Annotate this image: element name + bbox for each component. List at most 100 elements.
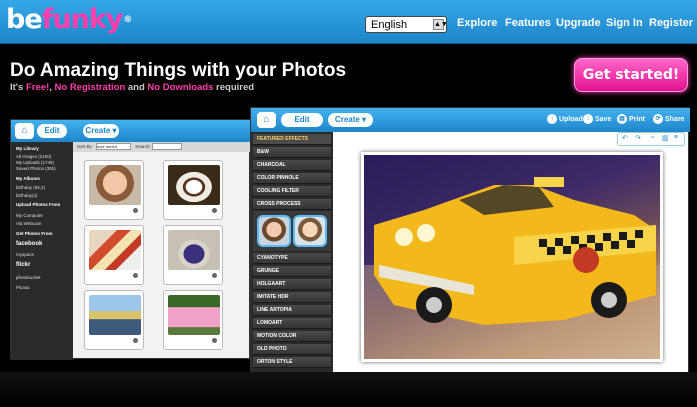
info-icon[interactable] [133, 273, 138, 278]
menu-charcoal[interactable]: CHARCOAL [253, 160, 331, 171]
menu-cyanotype[interactable]: CYANOTYPE [253, 253, 331, 264]
nav-upgrade[interactable]: Upgrade [556, 17, 601, 29]
menu-cross-process[interactable]: CROSS PROCESS [253, 199, 331, 210]
menu-featured-effects[interactable]: FEATURED EFFECTS [253, 134, 331, 145]
sidebar-my-computer[interactable]: My Computer [16, 213, 43, 218]
fit-icon[interactable]: ⇔ [649, 134, 656, 141]
hero-sep2: and [125, 82, 148, 93]
info-icon[interactable] [212, 273, 217, 278]
sidebar-saved-photos[interactable]: Saved Photos (355) [16, 166, 56, 171]
sidebar-photobucket[interactable]: photobucket [16, 275, 41, 280]
sidebar-all-images[interactable]: All Images (2100) [16, 154, 51, 159]
info-icon[interactable] [212, 338, 217, 343]
library-search-input[interactable] [152, 143, 183, 151]
nav-sign-in[interactable]: Sign In [606, 17, 643, 29]
menu-motion-color[interactable]: MOTION COLOR [253, 331, 331, 342]
undo-icon[interactable]: ↶ [622, 134, 628, 142]
library-thumb[interactable] [163, 160, 223, 220]
sidebar-picasa[interactable]: Picasa [16, 285, 30, 290]
nav-features[interactable]: Features [505, 17, 551, 29]
library-thumb[interactable] [84, 225, 144, 285]
library-sort-bar: Sort By date added Search: [73, 142, 251, 152]
sidebar-my-library[interactable]: My Library [16, 146, 39, 151]
page: befunky® English ▲▼ Explore Features Upg… [0, 0, 697, 407]
editor-edit-button[interactable]: Edit [281, 113, 323, 127]
editor-toolbar: ⌂ Edit Create ▾ ↑ Upload ↓ Save ▤ Print ⟳ Sh… [251, 108, 690, 132]
print-label: Print [629, 115, 645, 123]
upload-button[interactable]: ↑ Upload [547, 114, 583, 124]
redo-icon[interactable]: ↷ [635, 134, 641, 142]
hero-no-downloads: No Downloads [147, 82, 214, 93]
thumb-image [168, 230, 220, 270]
trash-icon[interactable]: ▥ [662, 134, 669, 142]
menu-imitate-hdr[interactable]: IMITATE HDR [253, 292, 331, 303]
nav-explore[interactable]: Explore [457, 17, 497, 29]
sidebar-my-uploads[interactable]: My Uploads (1745) [16, 160, 54, 165]
library-edit-button[interactable]: Edit [37, 124, 67, 138]
library-thumb[interactable] [163, 290, 223, 350]
language-select[interactable]: English ▲▼ [365, 16, 448, 33]
editor-create-button[interactable]: Create ▾ [328, 113, 373, 127]
sidebar-upload-from: Upload Photos From [16, 202, 61, 207]
library-create-button[interactable]: Create ▾ [83, 124, 119, 138]
layers-icon[interactable]: ≡ [674, 134, 678, 141]
menu-line-artopia[interactable]: LINE ARTOPIA [253, 305, 331, 316]
menu-holgaart[interactable]: HOLGAART [253, 279, 331, 290]
menu-grunge[interactable]: GRUNGE [253, 266, 331, 277]
library-sidebar: My Library All Images (2100) My Uploads … [11, 142, 73, 360]
thumb-image [89, 295, 141, 335]
library-thumb[interactable] [84, 160, 144, 220]
thumb-image [89, 230, 141, 270]
sidebar-flickr[interactable]: flickr [16, 262, 30, 268]
language-value: English [371, 19, 408, 31]
menu-cooling-filter[interactable]: COOLING FILTER [253, 186, 331, 197]
search-label: Search: [135, 144, 151, 149]
hero-no-registration: No Registration [54, 82, 126, 93]
hero-subtitle: It's Free!, No Registration and No Downl… [10, 82, 254, 93]
library-thumb[interactable] [163, 225, 223, 285]
befunky-logo[interactable]: befunky® [6, 3, 132, 37]
info-icon[interactable] [133, 338, 138, 343]
info-icon[interactable] [212, 208, 217, 213]
info-icon[interactable] [133, 208, 138, 213]
sidebar-album-2[interactable]: birthday(4) [16, 193, 38, 198]
sidebar-facebook[interactable]: facebook [16, 241, 42, 247]
library-thumb[interactable] [84, 290, 144, 350]
menu-orton-style[interactable]: ORTON STYLE [253, 357, 331, 368]
hero-sub-suffix: required [213, 82, 255, 93]
menu-color-pinhole[interactable]: COLOR PINHOLE [253, 173, 331, 184]
upload-icon: ↑ [547, 114, 557, 124]
home-icon[interactable]: ⌂ [15, 123, 34, 139]
get-started-button[interactable]: Get started! [574, 58, 688, 92]
chevron-down-icon: ▲▼ [433, 19, 448, 30]
menu-lomoart[interactable]: LOMOART [253, 318, 331, 329]
nav-register[interactable]: Register [649, 17, 693, 29]
print-button[interactable]: ▤ Print [617, 114, 645, 124]
sidebar-webcam[interactable]: Via Webcam [16, 221, 41, 226]
top-bar: befunky® English ▲▼ Explore Features Upg… [0, 0, 697, 44]
canvas-photo[interactable] [361, 152, 663, 362]
sidebar-get-from: Get Photos From [16, 231, 53, 236]
save-label: Save [595, 115, 612, 123]
upload-label: Upload [559, 115, 583, 123]
hero-free: Free! [26, 82, 50, 93]
menu-bw[interactable]: B&W [253, 147, 331, 158]
print-icon: ▤ [617, 114, 627, 124]
share-button[interactable]: ⟳ Share [653, 114, 684, 124]
sidebar-my-albums[interactable]: My Albums [16, 176, 40, 181]
sidebar-album-1[interactable]: birthday (95,2) [16, 185, 45, 190]
home-icon[interactable]: ⌂ [257, 112, 276, 128]
taxi-image [364, 177, 660, 359]
save-button[interactable]: ↓ Save [583, 114, 611, 124]
sort-select[interactable]: date added [96, 143, 132, 151]
menu-old-photo[interactable]: OLD PHOTO [253, 344, 331, 355]
cross-process-presets [253, 211, 331, 251]
thumb-image [168, 295, 220, 335]
sidebar-myspace[interactable]: myspace [16, 252, 34, 257]
save-icon: ↓ [583, 114, 593, 124]
canvas-tools: ↶ ↷ ⇔ ▥ ≡ [617, 132, 685, 146]
share-label: Share [665, 115, 685, 123]
library-toolbar: ⌂ Edit Create ▾ [11, 120, 251, 142]
preset-thumb-2[interactable] [293, 215, 327, 247]
preset-thumb-1[interactable] [257, 215, 291, 247]
